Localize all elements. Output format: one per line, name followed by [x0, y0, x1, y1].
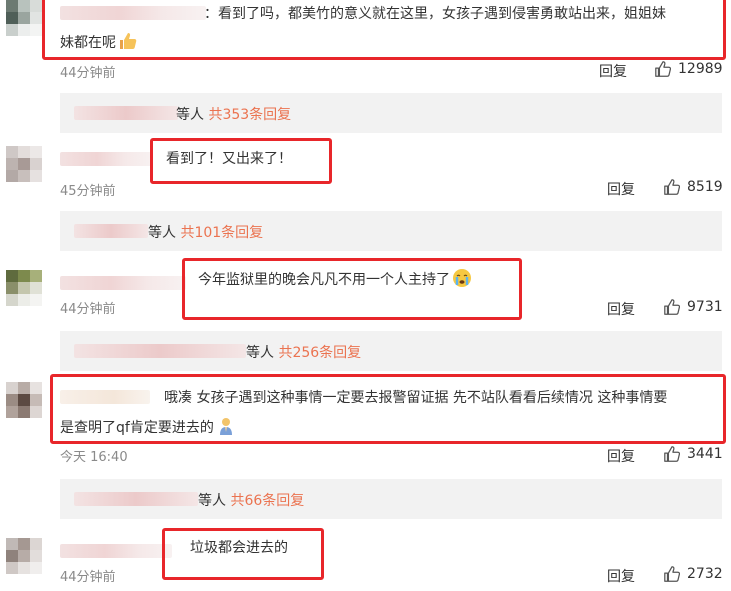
comment-time: 44分钟前 — [60, 302, 116, 317]
avatar[interactable] — [6, 382, 44, 420]
like-count: 9731 — [687, 299, 723, 315]
like-button[interactable]: 8519 — [663, 178, 723, 196]
highlight-box — [150, 138, 332, 184]
like-button[interactable]: 3441 — [663, 445, 723, 463]
reply-button[interactable]: 回复 — [607, 446, 635, 466]
reply-thread-bar[interactable]: 等人 共353条回复 — [60, 93, 722, 133]
highlight-box — [50, 374, 726, 444]
reply-count-link[interactable]: 共256条回复 — [278, 345, 361, 361]
like-button[interactable]: 9731 — [663, 298, 723, 316]
avatar[interactable] — [6, 0, 44, 38]
avatar[interactable] — [6, 270, 44, 308]
thumbs-up-icon — [655, 61, 672, 77]
reply-users-suffix: 等人 — [176, 107, 204, 123]
like-count: 3441 — [687, 446, 723, 462]
comment-time: 今天 16:40 — [60, 450, 128, 465]
reply-thread-bar[interactable]: 等人 共66条回复 — [60, 479, 722, 519]
comment-item: 垃圾都会进去的 44分钟前 回复 2732 — [0, 528, 731, 591]
username-blurred[interactable] — [60, 276, 186, 290]
comment-item: 今年监狱里的晚会凡凡不用一个人主持了 44分钟前 回复 9731 — [0, 258, 731, 322]
reply-button[interactable]: 回复 — [599, 61, 627, 81]
reply-users-suffix: 等人 — [246, 345, 274, 361]
comment-item: 看到了！又出来了！ 45分钟前 回复 8519 — [0, 138, 731, 206]
highlight-box — [42, 0, 726, 60]
comment-time: 44分钟前 — [60, 66, 116, 81]
like-count: 12989 — [678, 61, 723, 77]
reply-users-suffix: 等人 — [148, 225, 176, 241]
reply-button[interactable]: 回复 — [607, 566, 635, 586]
reply-button[interactable]: 回复 — [607, 299, 635, 319]
username-blurred[interactable] — [60, 152, 152, 166]
thumbs-up-icon — [664, 179, 681, 195]
thumbs-up-icon — [664, 566, 681, 582]
highlight-box — [162, 528, 324, 580]
reply-thread-bar[interactable]: 等人 共256条回复 — [60, 331, 722, 371]
reply-thread-bar[interactable]: 等人 共101条回复 — [60, 211, 722, 251]
username-blurred[interactable] — [60, 544, 172, 558]
avatar[interactable] — [6, 146, 44, 184]
like-button[interactable]: 12989 — [654, 60, 723, 78]
like-count: 8519 — [687, 179, 723, 195]
reply-count-link[interactable]: 共66条回复 — [230, 493, 304, 509]
comment-item: 哦凑 女孩子遇到这种事情一定要去报警留证据 先不站队看看后续情况 这种事情要 是… — [0, 374, 731, 470]
highlight-box — [182, 258, 522, 320]
thumbs-up-icon — [664, 446, 681, 462]
reply-count-link[interactable]: 共353条回复 — [208, 107, 291, 123]
avatar[interactable] — [6, 538, 44, 576]
reply-users-suffix: 等人 — [198, 493, 226, 509]
comment-time: 45分钟前 — [60, 184, 116, 199]
thumbs-up-icon — [664, 299, 681, 315]
comment-item: ：看到了吗，都美竹的意义就在这里，女孩子遇到侵害勇敢站出来，姐姐妹 妹都在呢 4… — [0, 0, 731, 82]
reply-count-link[interactable]: 共101条回复 — [180, 225, 263, 241]
comment-time: 44分钟前 — [60, 570, 116, 585]
like-count: 2732 — [687, 566, 723, 582]
like-button[interactable]: 2732 — [663, 565, 723, 583]
reply-button[interactable]: 回复 — [607, 179, 635, 199]
